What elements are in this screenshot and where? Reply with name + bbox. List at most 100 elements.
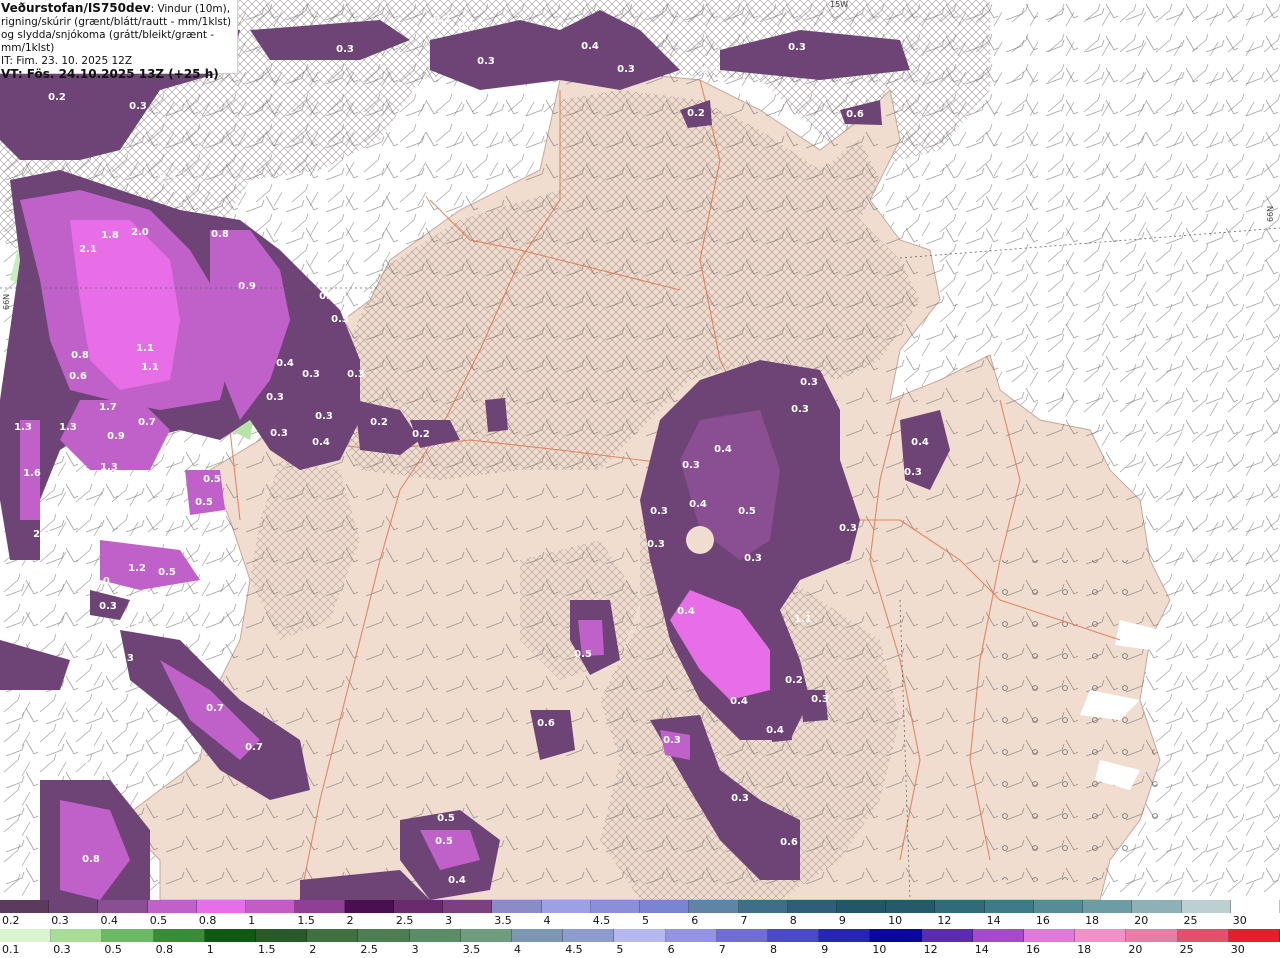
precip-value-label: 0.3: [650, 506, 668, 517]
legend-swatch: [0, 929, 52, 942]
precip-value-label: 1.3: [59, 422, 77, 433]
legend-swatch: [819, 929, 871, 942]
legend-swatch: [256, 929, 308, 942]
precip-value-label: 0.3: [791, 404, 809, 415]
rain-scale-labels: 0.1 0.3 0.5 0.8 1 1.5 2 2.5 3 3.5 4 4.5 5 6 7 8 9 10 12 14 1…: [0, 943, 1280, 957]
legend-label: 0.8: [155, 943, 174, 956]
precip-value-label: 0.4: [159, 171, 177, 182]
precip-value-label: 0.5: [574, 649, 592, 660]
legend-label: 0.1: [2, 943, 20, 956]
precip-value-label: 0.3: [663, 735, 681, 746]
legend-swatch: [443, 900, 493, 913]
legend-swatch: [1228, 929, 1280, 942]
legend-swatch: [246, 900, 296, 913]
legend-swatch: [1126, 929, 1178, 942]
precip-value-label: 2.1: [79, 244, 97, 255]
legend-label: 2: [309, 943, 317, 956]
legend-label: 14: [986, 914, 1001, 927]
legend-label: 3.5: [462, 943, 481, 956]
legend-label: 4: [543, 914, 551, 927]
legend-swatch: [295, 900, 345, 913]
precip-value-label: 0.5: [158, 567, 176, 578]
legend-swatch: [0, 900, 50, 913]
legend-swatch: [196, 900, 247, 913]
precip-value-label: 0.2: [687, 108, 705, 119]
legend-label: 25: [1183, 914, 1198, 927]
legend-label: 9: [821, 943, 829, 956]
precip-value-label: 0.3: [123, 622, 141, 633]
precip-value-label: 0.4: [581, 41, 599, 52]
precip-value-label: 0.6: [780, 837, 798, 848]
legend-swatch: [1230, 900, 1280, 913]
legend-label: 1: [206, 943, 214, 956]
legend-swatch: [738, 900, 788, 913]
legend-swatch: [147, 900, 197, 913]
legend-label: 3: [411, 943, 419, 956]
legend-swatch: [344, 900, 394, 913]
precip-value-label: 0.7: [245, 742, 263, 753]
legend-swatch: [307, 929, 359, 942]
legend-swatch: [98, 900, 148, 913]
legend-swatch: [921, 929, 973, 942]
precip-value-label: 0.3: [331, 314, 349, 325]
legend-label: 12: [923, 943, 938, 956]
precip-value-label: 1.7: [99, 402, 117, 413]
map-info-panel: Veðurstofan/IS750dev: Vindur (10m), rign…: [0, 0, 238, 81]
precip-value-label: 0.9: [107, 431, 125, 442]
legend-swatch: [1075, 929, 1127, 942]
precip-value-label: 0.3: [731, 793, 749, 804]
precip-value-label: 0.3: [315, 411, 333, 422]
precip-value-label: 0.2: [48, 92, 66, 103]
legend-swatch: [836, 900, 887, 913]
legend-swatch: [689, 900, 739, 913]
legend-swatch: [358, 929, 410, 942]
legend-label: 4.5: [592, 914, 611, 927]
legend-label: 10: [888, 914, 903, 927]
rain-legend: 0.1 0.3 0.5 0.8 1 1.5 2 2.5 3 3.5 4 4.5 5 6 7 8 9 10 12 14 1…: [0, 929, 1280, 958]
precip-value-label: 0.8: [71, 350, 89, 361]
precip-value-label: 0.4: [730, 696, 748, 707]
precip-value-label: 0.3: [904, 467, 922, 478]
precip-value-label: 0.2: [701, 65, 719, 76]
precip-value-label: 0.2: [785, 675, 803, 686]
precip-value-label: 0.4: [448, 875, 466, 886]
legend-swatch: [204, 929, 257, 942]
precip-value-label: 0.4: [276, 358, 294, 369]
legend-label: 6: [691, 914, 699, 927]
precip-value-label: 0.2: [370, 417, 388, 428]
legend-label: 16: [1026, 943, 1040, 956]
precip-value-label: 1.1: [794, 614, 812, 625]
precip-value-label: 0.2: [458, 21, 476, 32]
precip-value-label: 0.3: [99, 601, 117, 612]
valid-time: VT: Fös. 24.10.2025 13Z (+25 h): [1, 67, 219, 81]
precip-value-label: 0.3: [617, 64, 635, 75]
precip-value-label: 0.3: [839, 523, 857, 534]
legend-swatch: [1132, 900, 1182, 913]
legend-swatch: [870, 929, 922, 942]
legend-swatch: [716, 929, 769, 942]
legend-swatch: [1024, 929, 1076, 942]
legend-label: 4: [514, 943, 521, 956]
legend-label: 18: [1077, 943, 1092, 956]
rain-color-scale: [0, 929, 1280, 942]
legend-label: 8: [789, 914, 797, 927]
precip-value-label: 0.8: [211, 229, 229, 240]
legend-label: 5: [616, 943, 624, 956]
legend-swatch: [1177, 929, 1229, 942]
legend-swatch: [972, 929, 1025, 942]
legend-label: 1.5: [258, 943, 276, 956]
precip-value-label: 0.2: [412, 429, 430, 440]
precip-value-label: 0.4: [677, 606, 695, 617]
precip-value-label: 1.0: [92, 576, 110, 587]
legend-label: 7: [740, 914, 748, 927]
legend-swatch: [886, 900, 936, 913]
precip-value-label: 0.3: [347, 369, 365, 380]
precip-value-label: 0.5: [195, 497, 213, 508]
legend-label: 6: [667, 943, 675, 956]
precip-value-label: 0.2: [433, 14, 451, 25]
precip-value-label: 0.3: [788, 42, 806, 53]
precip-value-label: 0.3: [270, 428, 288, 439]
legend-label: 2.5: [360, 943, 378, 956]
precip-value-label: 1.3: [14, 422, 32, 433]
legend-label: 9: [838, 914, 846, 927]
